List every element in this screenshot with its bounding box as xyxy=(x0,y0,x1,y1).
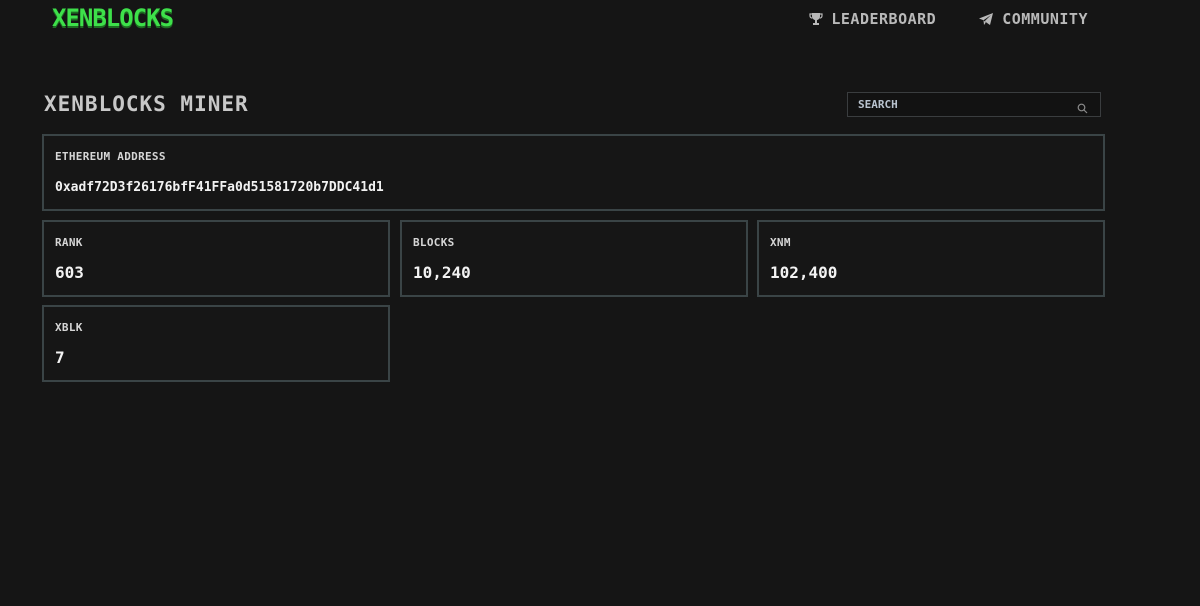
ethereum-address-card: ETHEREUM ADDRESS 0xadf72D3f26176bfF41FFa… xyxy=(42,134,1105,211)
trophy-icon xyxy=(809,12,823,26)
stat-card-rank: RANK 603 xyxy=(42,220,390,297)
stat-label-rank: RANK xyxy=(55,236,83,249)
ethereum-address-value: 0xadf72D3f26176bfF41FFa0d51581720b7DDC41… xyxy=(55,180,384,195)
stat-value-rank: 603 xyxy=(55,263,84,282)
nav-link-leaderboard-label: LEADERBOARD xyxy=(831,10,937,28)
page-title: XENBLOCKS MINER xyxy=(44,92,249,116)
nav-link-community[interactable]: COMMUNITY xyxy=(978,10,1088,28)
top-navigation-bar: XENBLOCKS LEADERBOARD COMMUNITY xyxy=(0,0,1200,40)
ethereum-address-label: ETHEREUM ADDRESS xyxy=(55,150,166,163)
stat-value-xblk: 7 xyxy=(55,348,65,367)
search-icon[interactable] xyxy=(1077,99,1088,118)
logo[interactable]: XENBLOCKS xyxy=(52,4,174,32)
stat-label-xnm: XNM xyxy=(770,236,791,249)
stat-label-blocks: BLOCKS xyxy=(413,236,455,249)
stat-card-blocks: BLOCKS 10,240 xyxy=(400,220,748,297)
stat-label-xblk: XBLK xyxy=(55,321,83,334)
nav-link-community-label: COMMUNITY xyxy=(1002,10,1088,28)
search-box xyxy=(847,92,1101,117)
main-nav: LEADERBOARD COMMUNITY xyxy=(809,10,1088,28)
stat-value-blocks: 10,240 xyxy=(413,263,471,282)
search-input[interactable] xyxy=(848,93,1068,116)
paper-plane-icon xyxy=(978,12,994,26)
stat-card-xnm: XNM 102,400 xyxy=(757,220,1105,297)
stat-card-xblk: XBLK 7 xyxy=(42,305,390,382)
stat-value-xnm: 102,400 xyxy=(770,263,838,282)
nav-link-leaderboard[interactable]: LEADERBOARD xyxy=(809,10,936,28)
